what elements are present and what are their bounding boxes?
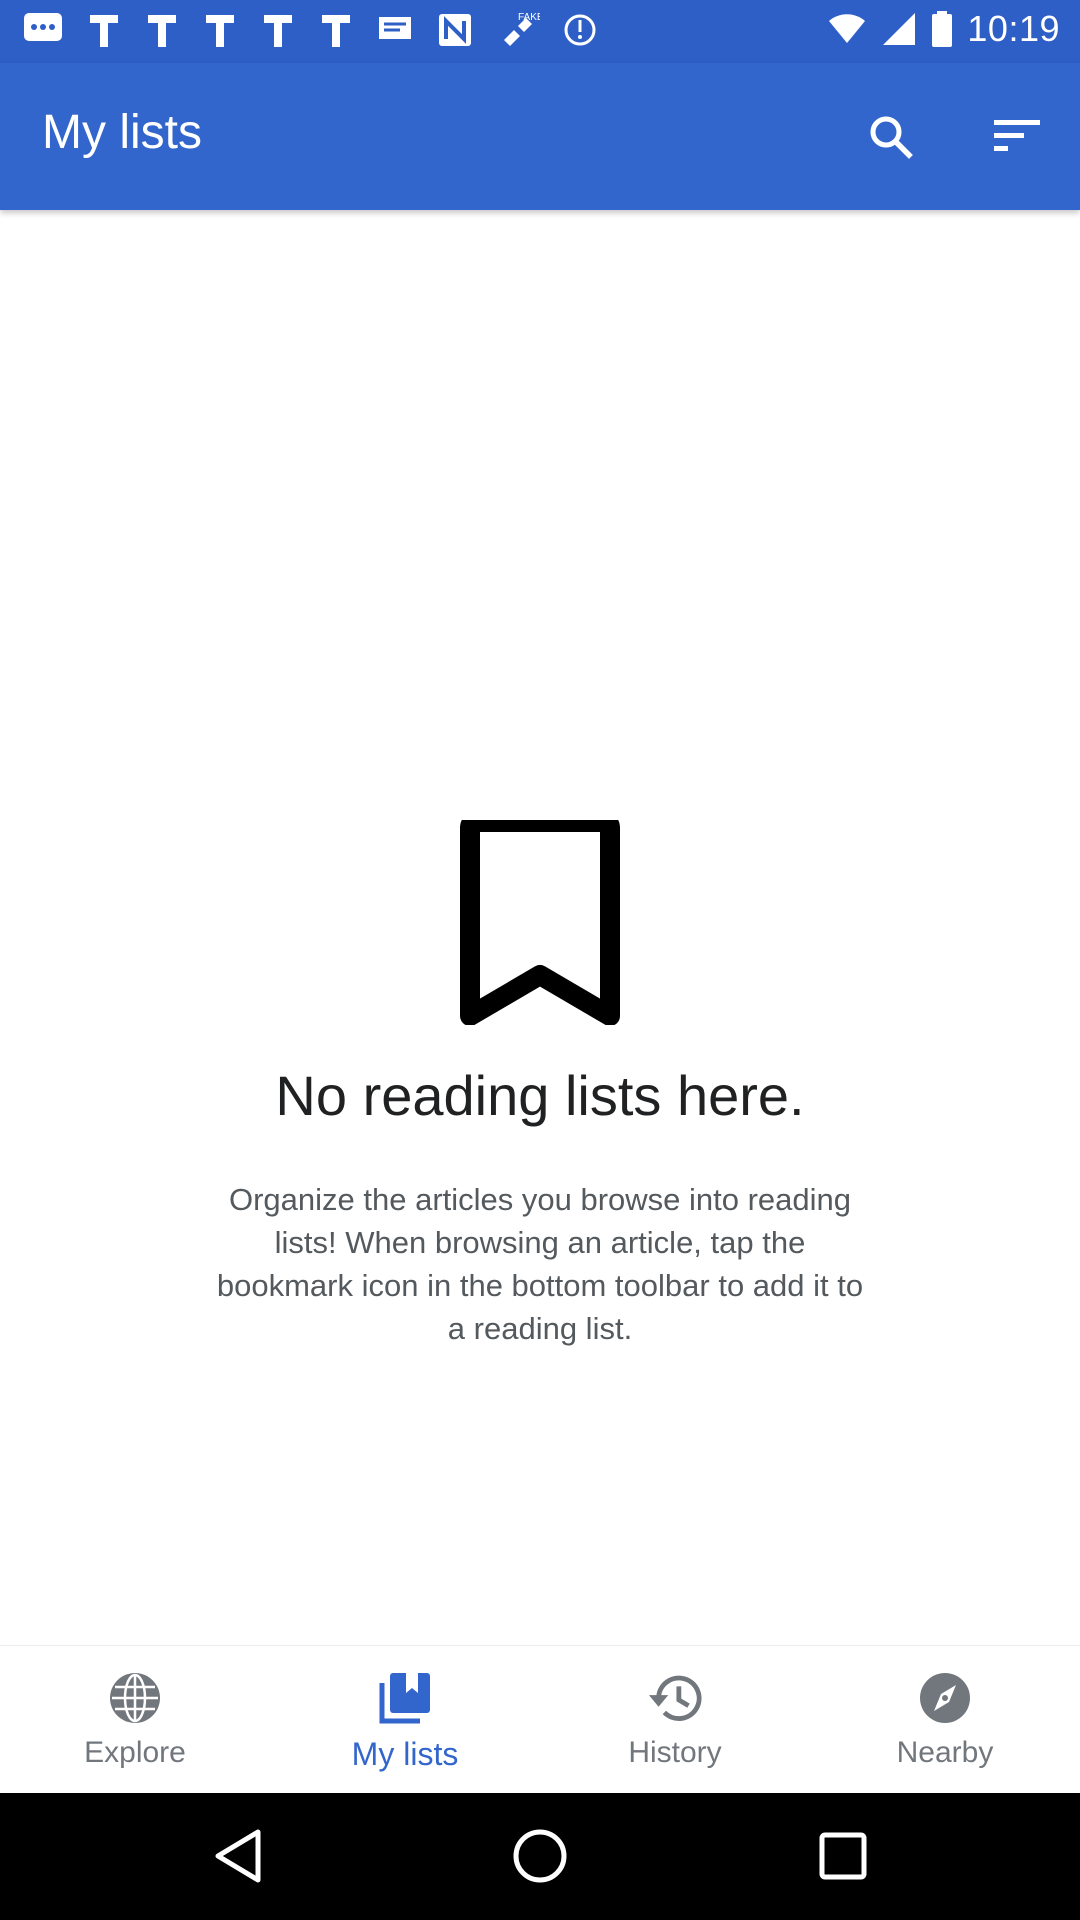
battery-icon (932, 11, 953, 47)
recents-icon (819, 1832, 867, 1880)
empty-state: No reading lists here. Organize the arti… (0, 812, 1080, 1350)
back-icon (215, 1829, 261, 1883)
message-icon (379, 17, 411, 39)
chat-icon (24, 13, 62, 41)
bottom-nav: Explore My lists History Nearby (0, 1645, 1080, 1794)
search-button[interactable] (855, 101, 925, 171)
my-lists-icon (377, 1670, 433, 1726)
compass-icon (917, 1670, 973, 1726)
nav-nearby[interactable]: Nearby (810, 1646, 1080, 1794)
svg-text:FAKE: FAKE (518, 12, 540, 23)
notification-icons: FAKE (22, 10, 598, 50)
nav-my-lists[interactable]: My lists (270, 1646, 540, 1794)
history-icon (647, 1670, 703, 1726)
app-icon (148, 15, 176, 47)
app-icon (322, 15, 350, 47)
status-time: 10:19 (967, 8, 1060, 49)
app-icon (90, 15, 118, 47)
nav-history[interactable]: History (540, 1646, 810, 1794)
recents-button[interactable] (808, 1821, 878, 1891)
page-title: My lists (42, 106, 202, 159)
nav-label-nearby: Nearby (896, 1736, 994, 1769)
sort-icon (994, 120, 1040, 151)
bookmark-icon (460, 812, 620, 1026)
app-icon (264, 15, 292, 47)
system-nav-bar (0, 1793, 1080, 1920)
home-button[interactable] (505, 1821, 575, 1891)
back-button[interactable] (203, 1821, 273, 1891)
globe-icon (107, 1670, 163, 1726)
nav-label-history: History (628, 1736, 722, 1769)
satellite-fake-icon: FAKE (504, 12, 540, 46)
news-icon (439, 14, 471, 46)
signal-icon (883, 13, 916, 45)
app-bar: My lists (0, 63, 1080, 210)
status-bar: FAKE 10:19 (0, 0, 1080, 63)
empty-description: Organize the articles you browse into re… (216, 1182, 864, 1346)
sort-button[interactable] (982, 101, 1052, 171)
nav-label-explore: Explore (84, 1736, 186, 1769)
home-icon (513, 1829, 567, 1883)
sync-icon (564, 14, 596, 46)
empty-title: No reading lists here. (275, 1064, 805, 1127)
app-icon (206, 15, 234, 47)
nav-label-my-lists: My lists (351, 1736, 459, 1772)
wifi-icon (829, 14, 866, 43)
nav-explore[interactable]: Explore (0, 1646, 270, 1794)
search-icon (870, 116, 913, 159)
